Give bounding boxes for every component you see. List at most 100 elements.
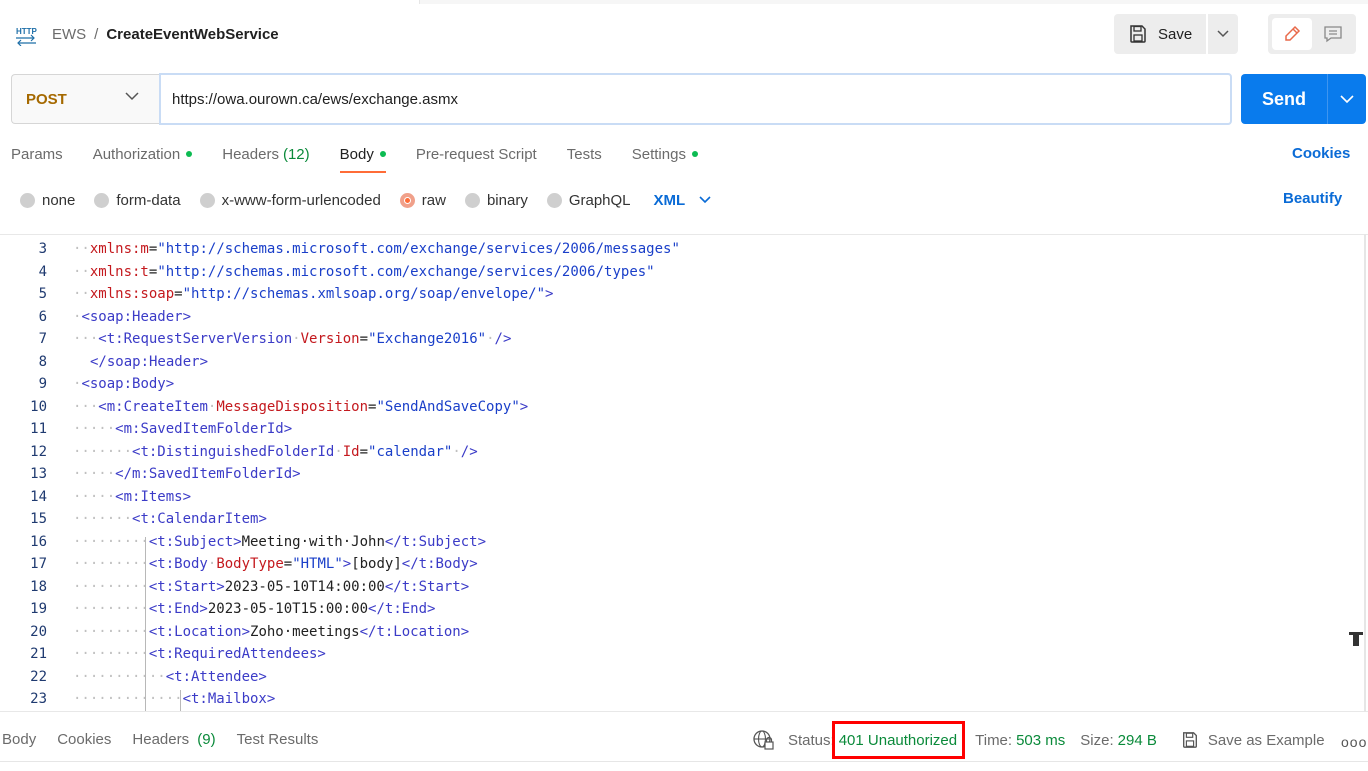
line-number: 18 — [30, 578, 47, 595]
request-tabs: Params Authorization Headers (12) Body Pr… — [11, 144, 728, 174]
indent: ····· — [73, 421, 116, 438]
active-tab[interactable] — [0, 0, 420, 4]
globe-lock-icon[interactable] — [752, 729, 774, 751]
line-number: 9 — [38, 376, 47, 393]
body-type-raw[interactable]: raw — [399, 192, 446, 209]
code-line: 13 ····· </m:SavedItemFolderId> — [0, 463, 300, 486]
body-type-form-data[interactable]: form-data — [94, 191, 181, 209]
body-type-selector: none form-data x-www-form-urlencoded raw… — [20, 190, 711, 210]
pencil-icon — [1285, 25, 1301, 41]
time-value[interactable]: 503 ms — [1016, 732, 1065, 749]
tab-settings[interactable]: Settings — [632, 144, 698, 164]
tag-end: /> — [460, 443, 478, 460]
attr: xmlns:soap — [89, 286, 175, 303]
radio-button[interactable] — [546, 192, 562, 208]
response-tab-body[interactable]: Body — [2, 731, 36, 748]
tag: <t:Attendee> — [165, 668, 267, 685]
tab-tests[interactable]: Tests — [567, 144, 602, 164]
indent: ··· — [73, 331, 99, 348]
line-content: ··· <m:CreateItem · MessageDisposition = "Sen… — [73, 396, 528, 419]
value: "http://schemas.xmlsoap.org/soap/envelop… — [182, 286, 546, 303]
save-button[interactable]: Save — [1114, 14, 1206, 54]
line-content: ·· xmlns:t = "http://schemas.microsoft.com/… — [73, 261, 655, 284]
body-type-none[interactable]: none — [20, 192, 75, 209]
tag: <t:RequiredAttendees> — [148, 646, 326, 663]
code-line: 16 ········· <t:Subject> Meeting·with·John <… — [0, 531, 486, 554]
status-dot — [186, 151, 193, 157]
cookies-link[interactable]: Cookies — [1292, 145, 1350, 162]
line-content: ········· <t:End> 2023-05-10T15:00:00 </t:E… — [73, 598, 435, 621]
text: 2023-05-10T15:00:00 — [207, 601, 369, 618]
scrollbar[interactable] — [1364, 234, 1366, 712]
line-number: 6 — [38, 308, 47, 325]
eq: = — [148, 241, 158, 258]
tab-headers-label: Headers — [222, 145, 279, 163]
radio-button[interactable] — [464, 192, 480, 208]
body-type-urlencoded-label: x-www-form-urlencoded — [221, 191, 381, 209]
indent-guide — [145, 537, 146, 711]
response-tab-headers-label: Headers — [132, 731, 190, 748]
send-options-button[interactable] — [1327, 74, 1366, 124]
language-select[interactable]: XML — [654, 192, 712, 209]
url-input[interactable] — [159, 73, 1232, 125]
line-number: 14 — [30, 488, 47, 505]
more-options-icon[interactable]: ooo — [1341, 734, 1367, 750]
line-content: ········· <t:Location> Zoho·meetings </t:Lo… — [73, 621, 469, 644]
value: "http://schemas.microsoft.com/exchange/s… — [157, 263, 655, 280]
tab-params[interactable]: Params — [11, 144, 63, 164]
tag-end: > — [342, 556, 352, 573]
floppy-icon — [1130, 25, 1146, 43]
request-title[interactable]: CreateEventWebService — [106, 26, 278, 43]
response-tab-test-results[interactable]: Test Results — [237, 731, 319, 748]
code-line: 14 ····· <m:Items> — [0, 486, 191, 509]
status-label: Status: — [788, 731, 835, 749]
line-number: 8 — [38, 353, 47, 370]
radio-button[interactable] — [199, 192, 215, 208]
body-type-form-data-label: form-data — [116, 191, 181, 209]
save-label: Save — [1158, 25, 1193, 43]
space: · — [486, 331, 495, 348]
tag: </soap:Header> — [90, 353, 209, 370]
indent: ·· — [73, 286, 90, 303]
indent: ········· — [73, 556, 149, 573]
radio-button[interactable] — [94, 192, 110, 208]
body-type-graphql[interactable]: GraphQL — [546, 191, 631, 209]
line-number: 13 — [30, 466, 47, 483]
tab-prerequest-script[interactable]: Pre-request Script — [416, 144, 537, 164]
radio-button[interactable] — [20, 192, 35, 208]
line-number: 15 — [30, 511, 47, 528]
tab-body-label: Body — [339, 145, 374, 163]
indent: ········· — [73, 578, 149, 595]
tab-headers[interactable]: Headers (12) — [222, 144, 309, 164]
tab-body[interactable]: Body — [339, 144, 387, 173]
tag: <t:Start> — [148, 578, 225, 595]
comment-icon — [1324, 26, 1342, 43]
line-number: 20 — [30, 623, 47, 640]
svg-text:HTTP: HTTP — [16, 27, 38, 36]
indent: ····· — [73, 488, 116, 505]
breadcrumb-collection[interactable]: EWS — [52, 26, 86, 43]
radio-button-selected[interactable] — [399, 192, 415, 208]
code-editor[interactable]: ········································… — [0, 234, 1368, 712]
body-type-urlencoded[interactable]: x-www-form-urlencoded — [199, 191, 381, 209]
eq: = — [283, 556, 293, 573]
edit-mode-button[interactable] — [1272, 18, 1312, 50]
tag: <soap:Body> — [81, 376, 175, 393]
method-select[interactable]: POST — [11, 74, 161, 124]
response-tab-headers[interactable]: Headers (9) — [132, 731, 215, 748]
tab-prerequest-label: Pre-request Script — [415, 145, 537, 163]
response-headers-count: (9) — [197, 731, 216, 748]
indent: · — [73, 376, 82, 393]
tab-authorization[interactable]: Authorization — [93, 144, 193, 164]
response-tab-cookies[interactable]: Cookies — [57, 731, 111, 748]
size-value[interactable]: 294 B — [1118, 732, 1157, 749]
comments-mode-button[interactable] — [1314, 18, 1352, 50]
save-options-button[interactable] — [1208, 14, 1238, 54]
body-type-binary[interactable]: binary — [464, 192, 528, 209]
code-line: 6 · <soap:Header> — [0, 306, 191, 329]
send-button[interactable]: Send — [1241, 74, 1327, 124]
response-tabs: Body Cookies Headers (9) Test Results — [2, 731, 339, 748]
body-type-graphql-label: GraphQL — [568, 191, 631, 209]
save-as-example-button[interactable]: Save as Example — [1181, 731, 1325, 749]
beautify-link[interactable]: Beautify — [1283, 190, 1342, 207]
